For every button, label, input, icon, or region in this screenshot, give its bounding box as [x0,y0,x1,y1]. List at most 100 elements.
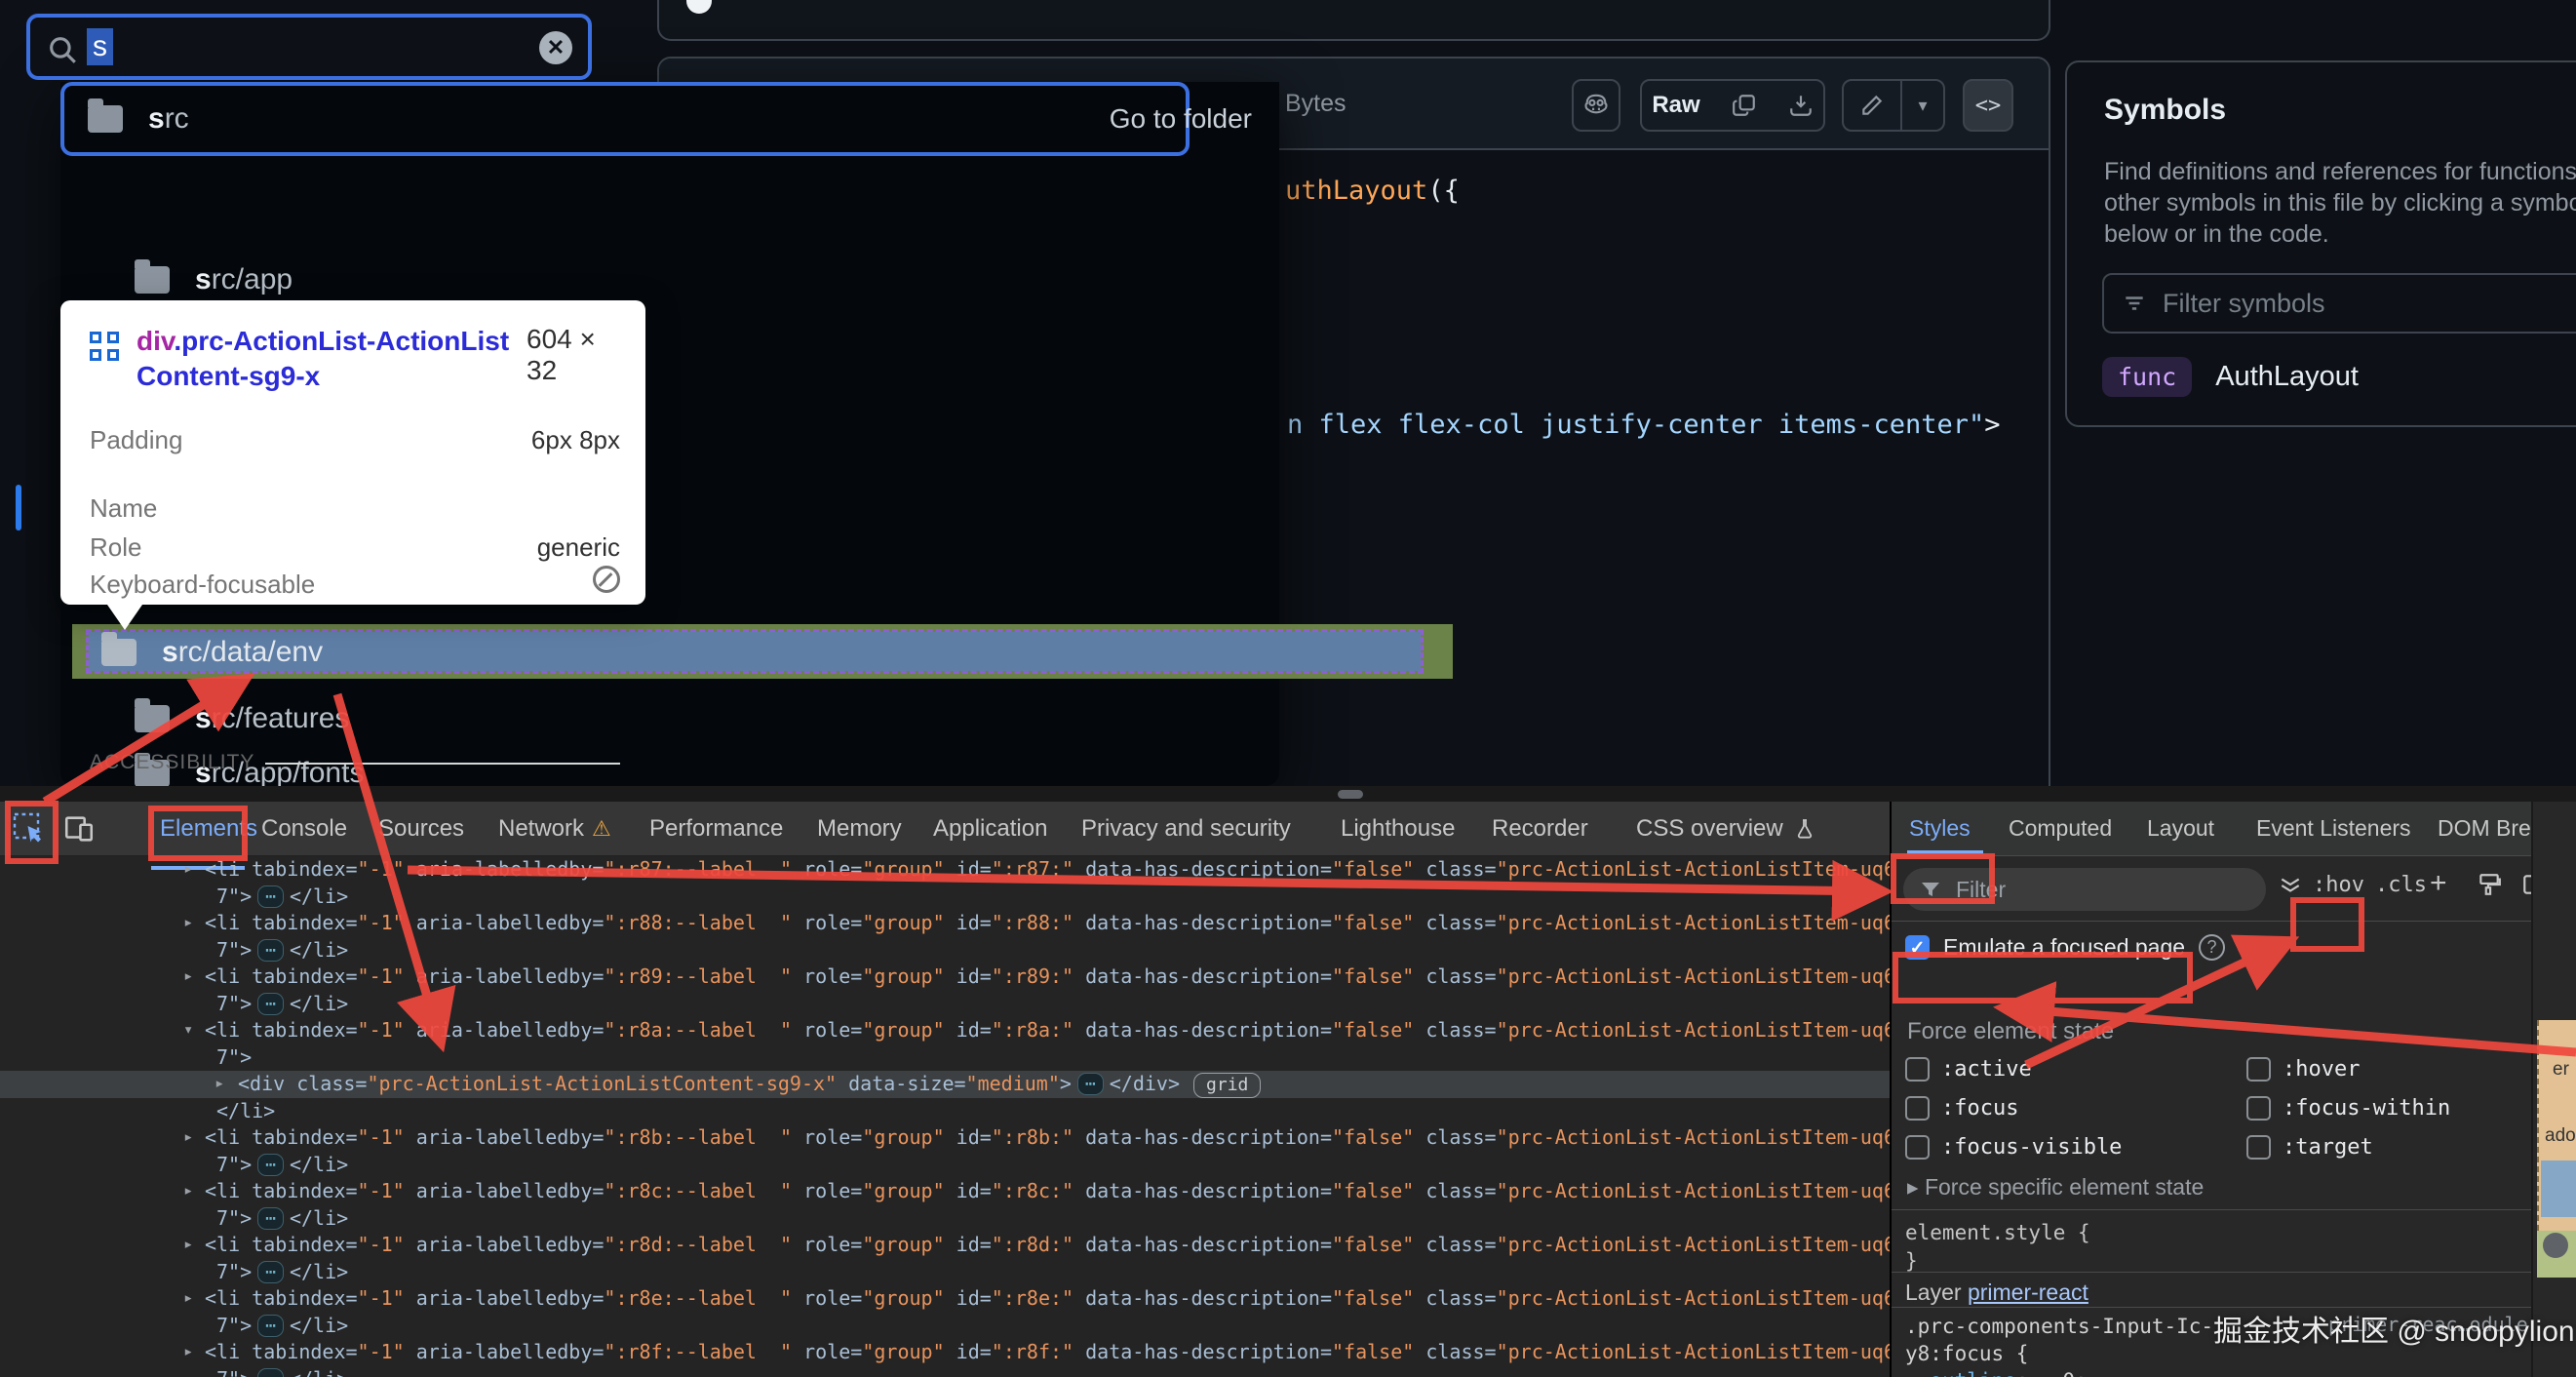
checkbox[interactable] [1905,1096,1930,1121]
state-focus-within[interactable]: :focus-within [2246,1096,2450,1121]
subtab-styles[interactable]: Styles [1909,815,1971,842]
expand-arrow-closed[interactable]: ▸ [183,1124,193,1152]
styles-filter-input[interactable]: Filter [1903,868,2266,911]
dom-node[interactable]: ▸ <li tabindex="-1" aria-labelledby=":r8d… [0,1232,1890,1259]
tab-lighthouse[interactable]: Lighthouse [1341,802,1455,856]
finder-row-src-features[interactable]: src/features [135,698,349,735]
state-focus[interactable]: :focus [1905,1096,2018,1121]
drag-handle[interactable] [1338,790,1363,799]
expand-arrow-closed[interactable]: ▸ [215,1071,224,1098]
force-specific-state-toggle[interactable]: ▸ Force specific element state [1907,1174,2204,1200]
dom-node[interactable]: ▸ <li tabindex="-1" aria-labelledby=":r8c… [0,1178,1890,1205]
expand-arrow-closed[interactable]: ▸ [183,1178,193,1205]
dom-node[interactable]: ▸ <li tabindex="-1" aria-labelledby=":r87… [0,856,1890,884]
dom-node[interactable]: ▾ <li tabindex="-1" aria-labelledby=":r8a… [0,1017,1890,1044]
expand-arrow-open[interactable]: ▾ [183,1017,193,1044]
dom-node[interactable]: ▸ <li tabindex="-1" aria-labelledby=":r89… [0,964,1890,991]
expand-inline-button[interactable]: ⋯ [257,1367,284,1377]
checkbox[interactable] [2246,1135,2271,1160]
dom-node[interactable]: </li> [0,1098,1890,1125]
dom-node[interactable]: 7">⋯</li> [0,937,1890,964]
emulate-focused-page-row[interactable]: ✓ Emulate a focused page ? [1905,934,2226,961]
new-style-rule-button[interactable]: + [2430,867,2447,900]
dom-node[interactable]: 7">⋯</li> [0,1205,1890,1233]
tab-elements[interactable]: Elements [160,802,257,856]
scrollbar-thumb[interactable] [2543,1233,2568,1258]
dom-node[interactable]: 7">⋯</li> [0,884,1890,911]
clear-search-button[interactable]: ✕ [539,31,572,64]
inspect-element-button[interactable] [12,802,47,856]
emulate-checkbox[interactable]: ✓ [1905,935,1930,960]
expand-arrow-closed[interactable]: ▸ [183,910,193,937]
css-rule[interactable]: .prc-components-Input-Ic- y8:focus { out… [1905,1313,2213,1377]
tab-recorder[interactable]: Recorder [1492,802,1588,856]
tab-memory[interactable]: Memory [817,802,902,856]
subtab-event-listeners[interactable]: Event Listeners [2256,815,2411,842]
pseudo-state-button[interactable]: :hov [2313,873,2364,897]
expand-inline-button[interactable]: ⋯ [257,1314,284,1337]
expand-arrow-closed[interactable]: ▸ [183,1285,193,1313]
expand-inline-button[interactable]: ⋯ [257,1206,284,1230]
expand-inline-button[interactable]: ⋯ [257,992,284,1015]
tab-css-overview[interactable]: CSS overview [1636,802,1816,856]
expand-arrow-closed[interactable]: ▸ [183,1339,193,1366]
element-states-icon[interactable] [2278,872,2303,904]
dom-node[interactable]: ▸ <li tabindex="-1" aria-labelledby=":r8b… [0,1124,1890,1152]
help-icon[interactable]: ? [2199,934,2226,961]
expand-inline-button[interactable]: ⋯ [257,1260,284,1283]
dom-node[interactable]: 7">⋯</li> [0,1259,1890,1286]
expand-arrow-closed[interactable]: ▸ [183,1232,193,1259]
tab-application[interactable]: Application [933,802,1047,856]
tab-performance[interactable]: Performance [649,802,783,856]
expand-inline-button[interactable]: ⋯ [257,1153,284,1176]
finder-row-src-app[interactable]: src/app [135,259,293,296]
state-target[interactable]: :target [2246,1135,2373,1160]
expand-inline-button[interactable]: ⋯ [257,885,284,908]
subtab-layout[interactable]: Layout [2147,815,2214,842]
checkbox[interactable] [2246,1057,2271,1082]
dom-node[interactable]: 7">⋯</li> [0,1366,1890,1377]
element-style-rule[interactable]: element.style { } [1905,1219,2090,1276]
state-focus-visible[interactable]: :focus-visible [1905,1135,2122,1160]
copy-raw-button[interactable] [1716,81,1773,130]
tab-sources[interactable]: Sources [378,802,464,856]
expand-arrow-closed[interactable]: ▸ [183,964,193,991]
class-toggle-button[interactable]: .cls [2375,873,2427,897]
symbol-entry[interactable]: func AuthLayout [2102,357,2359,397]
checkbox[interactable] [1905,1135,1930,1160]
finder-row-src-data-env[interactable]: src/data/env [101,632,323,669]
file-finder-search-input[interactable]: s ✕ [26,14,592,80]
dom-node[interactable]: 7">⋯</li> [0,991,1890,1018]
dom-node[interactable]: ▸ <li tabindex="-1" aria-labelledby=":r8e… [0,1285,1890,1313]
expand-inline-button[interactable]: ⋯ [257,938,284,962]
state-active[interactable]: :active [1905,1057,2032,1082]
raw-button[interactable]: Raw [1636,81,1715,130]
tab-network[interactable]: Network ⚠ [498,802,611,856]
finder-row-src[interactable]: src Go to folder [60,82,1252,156]
expand-arrow-closed[interactable]: ▸ [183,856,193,884]
subtab-computed[interactable]: Computed [2009,815,2112,842]
grid-badge[interactable]: grid [1193,1073,1262,1098]
checkbox[interactable] [1905,1057,1930,1082]
symbols-toggle-button[interactable]: <> [1963,79,2013,132]
expand-inline-button[interactable]: ⋯ [1076,1073,1104,1095]
filter-symbols-input[interactable]: Filter symbols [2102,273,2576,334]
paint-panel-icon[interactable] [2477,872,2502,904]
device-toolbar-button[interactable] [62,802,96,856]
dom-node[interactable]: ▸ <li tabindex="-1" aria-labelledby=":r88… [0,910,1890,937]
checkbox[interactable] [2246,1096,2271,1121]
edit-button[interactable] [1844,81,1900,130]
devtools-resize-strip[interactable] [0,786,2576,802]
dom-node[interactable]: 7"> [0,1044,1890,1072]
download-raw-button[interactable] [1773,81,1829,130]
tab-privacy-and-security[interactable]: Privacy and security [1081,802,1291,856]
tab-console[interactable]: Console [261,802,347,856]
copilot-button[interactable] [1572,79,1620,132]
go-to-folder-button[interactable]: Go to folder [1110,103,1252,135]
dom-node[interactable]: 7">⋯</li> [0,1313,1890,1340]
edit-dropdown-button[interactable]: ▾ [1902,81,1942,130]
dom-node[interactable]: ▸ <li tabindex="-1" aria-labelledby=":r8f… [0,1339,1890,1366]
triangle-right-icon[interactable]: ▶ [2041,1373,2050,1377]
state-hover[interactable]: :hover [2246,1057,2360,1082]
dom-node[interactable]: 7">⋯</li> [0,1152,1890,1179]
